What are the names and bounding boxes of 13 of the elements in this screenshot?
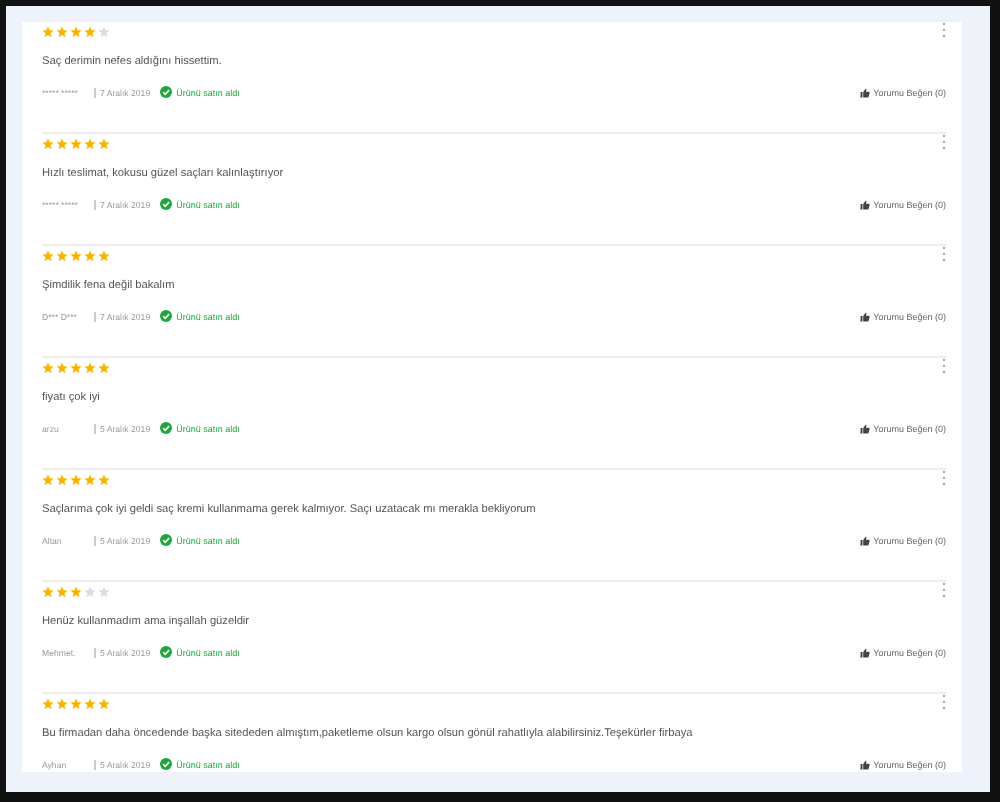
thumbs-up-icon xyxy=(859,647,870,657)
thumbs-up-icon xyxy=(859,311,870,321)
thumbs-up-icon xyxy=(859,535,870,545)
thumbs-up-icon xyxy=(859,423,870,433)
thumbs-up-icon xyxy=(859,759,870,769)
thumbs-up-icon xyxy=(859,199,870,209)
check-icon xyxy=(160,310,173,322)
thumbs-up-icon xyxy=(859,87,870,97)
check-icon xyxy=(160,646,173,658)
check-icon xyxy=(160,422,173,434)
check-icon xyxy=(160,534,173,546)
check-icon xyxy=(160,86,173,98)
check-icon xyxy=(160,198,173,210)
